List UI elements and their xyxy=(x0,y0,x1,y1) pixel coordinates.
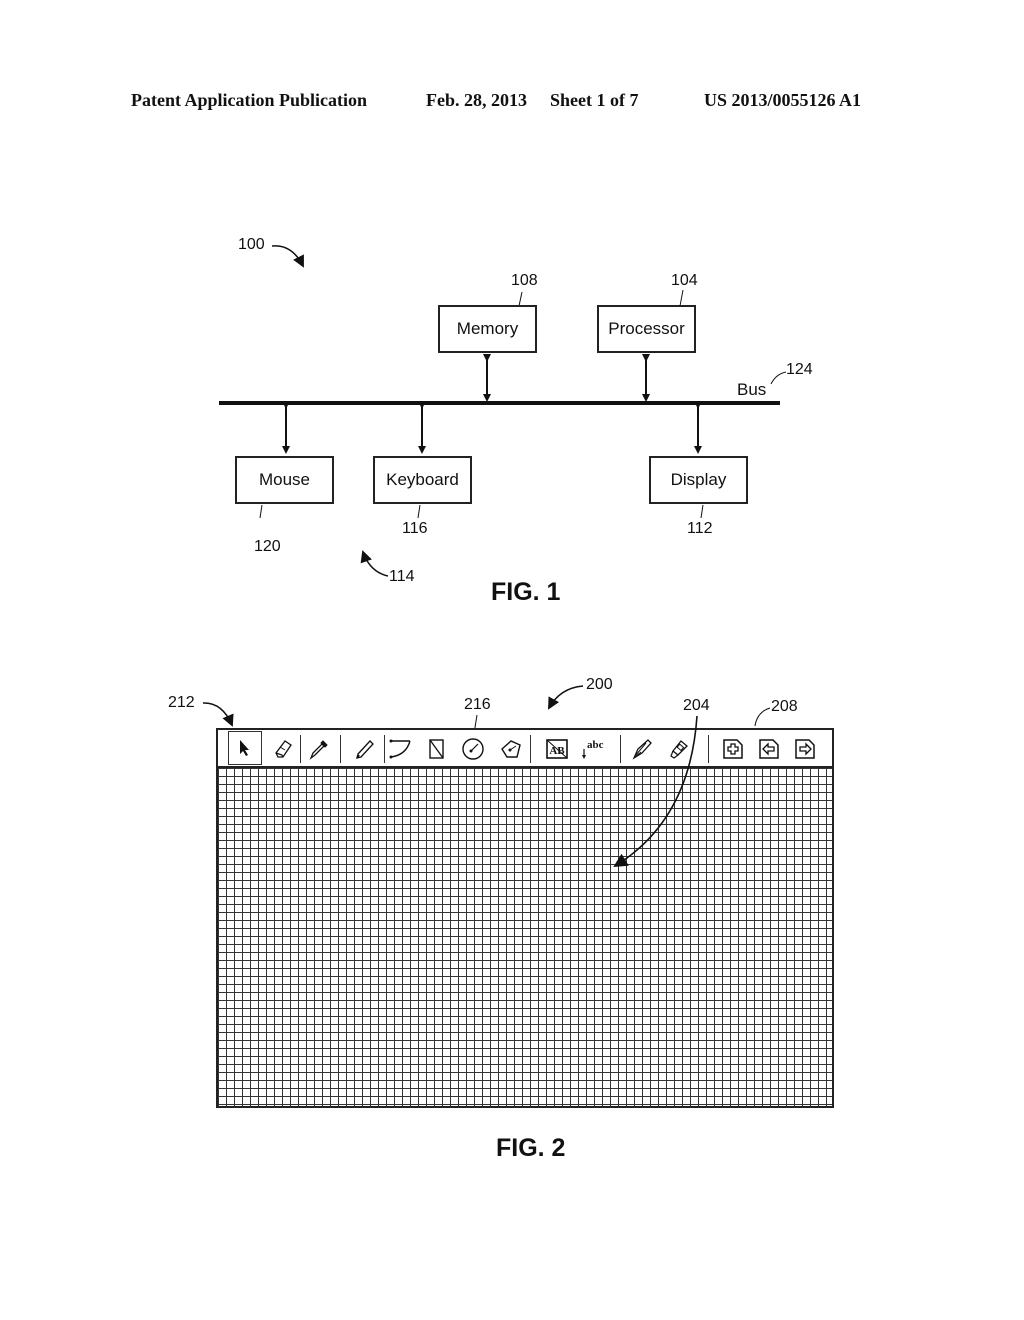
ref-arrow-212 xyxy=(202,702,234,727)
select-tool[interactable] xyxy=(228,731,262,765)
leader-104 xyxy=(679,289,684,307)
add-page-button[interactable] xyxy=(718,734,748,764)
next-page-button[interactable] xyxy=(790,734,820,764)
polygon-icon xyxy=(501,740,521,758)
next-page-icon xyxy=(795,739,815,759)
rectangle-tool[interactable] xyxy=(422,734,452,764)
previous-page-button[interactable] xyxy=(754,734,784,764)
drawing-canvas-grid[interactable] xyxy=(218,768,832,1106)
eraser-icon xyxy=(275,740,292,758)
pencil-tool[interactable] xyxy=(350,734,380,764)
keyboard-box: Keyboard xyxy=(373,456,472,504)
toolbar: AB abc xyxy=(218,730,832,768)
memory-label: Memory xyxy=(456,319,519,338)
display-label: Display xyxy=(670,470,727,489)
leader-108 xyxy=(518,291,523,307)
ref-arrow-100 xyxy=(271,245,304,268)
ref-114: 114 xyxy=(389,568,415,585)
memory-box: Memory xyxy=(438,305,537,353)
ref-100: 100 xyxy=(238,236,265,253)
highlighter-tool[interactable] xyxy=(664,734,694,764)
keyboard-label: Keyboard xyxy=(386,470,459,489)
highlighter-icon xyxy=(670,740,688,759)
toolbar-separator xyxy=(384,735,385,763)
display-box: Display xyxy=(649,456,748,504)
bus-label: Bus xyxy=(737,380,767,399)
fig2-caption: FIG. 2 xyxy=(496,1134,566,1162)
fig1-caption: FIG. 1 xyxy=(491,578,561,606)
mouse-label: Mouse xyxy=(258,470,311,489)
ref-212: 212 xyxy=(168,694,195,711)
eraser-tool[interactable] xyxy=(268,734,298,764)
insert-text-tool[interactable]: abc xyxy=(580,734,610,764)
arc-tool[interactable] xyxy=(386,734,416,764)
processor-box: Processor xyxy=(597,305,696,353)
ref-200: 200 xyxy=(586,676,613,693)
pen-tool[interactable] xyxy=(628,734,658,764)
circle-icon xyxy=(462,738,484,760)
arc-icon xyxy=(389,739,411,759)
toolbar-separator xyxy=(300,735,301,763)
toolbar-separator xyxy=(340,735,341,763)
mouse-box: Mouse xyxy=(235,456,334,504)
leader-116 xyxy=(417,504,421,519)
rectangle-icon xyxy=(429,739,444,759)
fig1-connectors xyxy=(202,245,787,741)
polygon-tool[interactable] xyxy=(496,734,526,764)
toolbar-separator xyxy=(620,735,621,763)
ref-208: 208 xyxy=(771,698,798,715)
ref-120: 120 xyxy=(254,538,281,555)
ref-124: 124 xyxy=(786,361,813,378)
ref-204: 204 xyxy=(683,697,710,714)
text-box-icon: AB xyxy=(546,739,568,759)
leader-208 xyxy=(754,707,771,727)
ref-116: 116 xyxy=(402,520,428,537)
previous-page-icon xyxy=(759,739,779,759)
ref-216: 216 xyxy=(464,696,491,713)
ref-arrow-200 xyxy=(548,685,584,710)
svg-text:AB: AB xyxy=(549,745,565,757)
processor-label: Processor xyxy=(608,319,685,338)
svg-text:abc: abc xyxy=(587,739,604,751)
ref-104: 104 xyxy=(671,272,698,289)
toolbar-separator xyxy=(708,735,709,763)
pen-icon xyxy=(632,739,652,760)
leader-112 xyxy=(700,504,704,519)
leader-120 xyxy=(259,504,263,519)
eyedropper-tool[interactable] xyxy=(304,734,334,764)
ref-108: 108 xyxy=(511,272,538,289)
pointer-icon xyxy=(240,740,249,756)
toolbar-separator xyxy=(530,735,531,763)
ref-arrow-114 xyxy=(360,550,389,577)
text-box-tool[interactable]: AB xyxy=(542,734,572,764)
leader-124 xyxy=(770,371,787,385)
add-page-icon xyxy=(723,739,743,759)
drawing-app-window: AB abc xyxy=(216,728,834,1108)
ref-112: 112 xyxy=(687,520,713,537)
pencil-icon xyxy=(356,740,374,759)
eyedropper-icon xyxy=(309,740,328,760)
circle-tool[interactable] xyxy=(458,734,488,764)
insert-text-icon: abc xyxy=(582,739,604,759)
